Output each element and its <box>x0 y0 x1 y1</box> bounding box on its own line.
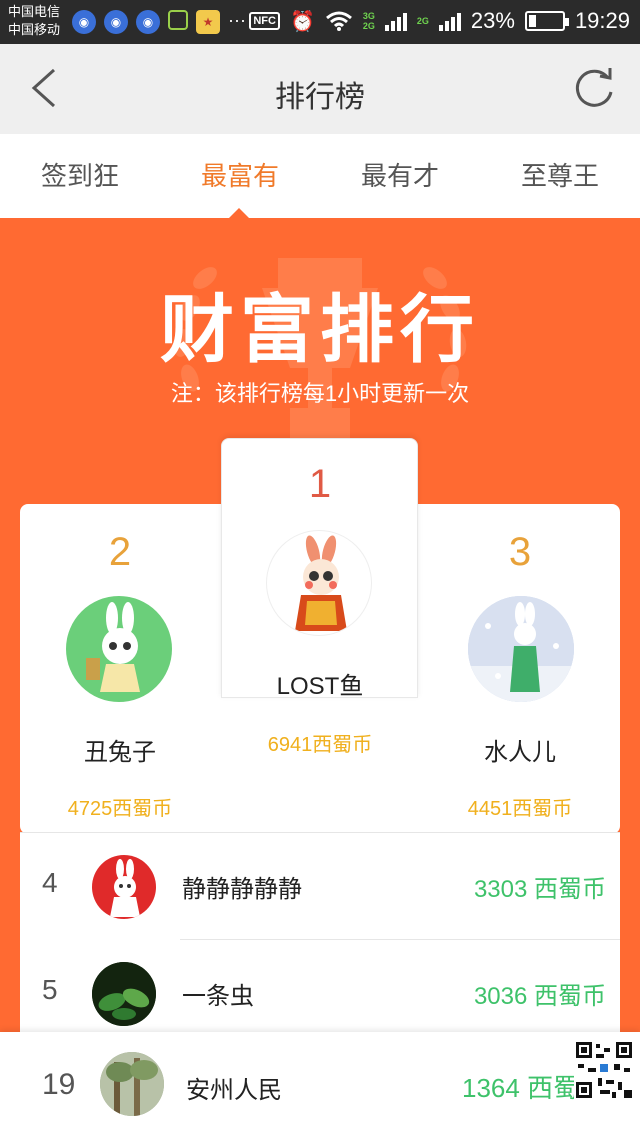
network-type-label-2: 2G <box>416 16 429 26</box>
list-item[interactable]: 5 一条虫 3036 西蜀币 <box>20 940 620 1046</box>
clock: 19:29 <box>574 8 630 33</box>
my-avatar[interactable] <box>100 1052 164 1116</box>
rank-1-name[interactable]: LOST鱼 <box>240 666 400 701</box>
rank-1-coins: 6941西蜀币 <box>267 734 373 756</box>
avatar-rank-1[interactable] <box>266 530 372 636</box>
rank-2-coins: 4725西蜀币 <box>67 798 173 820</box>
wifi-hotspot-icon: ◉ <box>136 10 160 34</box>
rank-3-name[interactable]: 水人儿 <box>450 732 590 767</box>
nfc-icon: NFC <box>249 12 280 30</box>
rank-2-number: 2 <box>108 530 132 574</box>
avatar[interactable] <box>92 962 156 1026</box>
my-name: 安州人民 <box>186 1077 282 1104</box>
alarm-icon: ⏰ <box>289 10 315 33</box>
tab-bar: 签到狂 最富有 最有才 至尊王 <box>0 134 640 218</box>
system-status: NFC ⏰ 3G 2G 2G 23% 19:29 <box>249 8 630 34</box>
my-rank-number: 19 <box>42 1068 76 1101</box>
wifi-hotspot-icon: ◉ <box>72 10 96 34</box>
tab-richest[interactable]: 最富有 <box>160 134 320 218</box>
notification-icons: ◉ ◉ ◉ ★ ··· <box>72 10 246 34</box>
network-type-label: 3G 2G <box>362 11 375 31</box>
wifi-hotspot-icon: ◉ <box>104 10 128 34</box>
rabbit-avatar-icon <box>295 535 347 631</box>
app-notification-icon: ★ <box>196 10 220 34</box>
avatar-rank-2[interactable] <box>66 596 172 702</box>
battery-percent: 23% <box>470 8 515 33</box>
wifi-icon <box>325 11 352 31</box>
rank-number: 5 <box>42 974 58 1005</box>
rank-2-name[interactable]: 丑兔子 <box>50 732 190 767</box>
page-title: 排行榜 <box>275 81 365 114</box>
user-name: 静静静静静 <box>182 876 302 903</box>
more-notifications-icon: ··· <box>228 10 246 30</box>
carrier-2: 中国移动 <box>8 22 61 37</box>
carrier-labels: 中国电信 中国移动 <box>8 3 60 39</box>
tab-supreme-king[interactable]: 至尊王 <box>480 134 640 218</box>
signal-icon-2 <box>438 11 461 31</box>
banner-title: 财富排行 <box>160 288 480 371</box>
rank-1-number: 1 <box>308 462 332 506</box>
avatar[interactable] <box>92 855 156 919</box>
coin-count: 3303 西蜀币 <box>473 876 606 903</box>
leaf-avatar-icon <box>92 962 156 1026</box>
coin-count: 3036 西蜀币 <box>473 983 606 1010</box>
tab-most-talented[interactable]: 最有才 <box>320 134 480 218</box>
signal-icon <box>384 11 407 31</box>
ranking-list: 4 静静静静静 3303 西蜀币 5 一条虫 3036 西蜀币 <box>20 832 620 1032</box>
title-bar: 排行榜 <box>0 44 640 134</box>
rank-3-number: 3 <box>508 530 532 574</box>
carrier-1: 中国电信 <box>8 4 61 19</box>
refresh-icon[interactable] <box>570 64 618 112</box>
rabbit-avatar-icon <box>86 602 140 692</box>
rabbit-avatar-icon <box>110 859 140 917</box>
rank-3-coins: 4451西蜀币 <box>467 798 573 820</box>
list-item[interactable]: 4 静静静静静 3303 西蜀币 <box>20 833 620 940</box>
update-note: 注：该排行榜每1小时更新一次 <box>170 381 470 406</box>
my-rank-bar[interactable]: 19 安州人民 1364 西蜀币 <box>0 1032 640 1138</box>
lock-icon <box>168 10 188 30</box>
battery-icon <box>524 11 569 31</box>
snow-avatar-icon <box>468 596 574 702</box>
tree-avatar-icon <box>100 1052 164 1116</box>
active-tab-indicator <box>229 208 249 218</box>
avatar-rank-3[interactable] <box>468 596 574 702</box>
status-bar: 中国电信 中国移动 ◉ ◉ ◉ ★ ··· NFC ⏰ 3G 2G 2G 23%… <box>0 0 640 44</box>
tab-sign-in[interactable]: 签到狂 <box>0 134 160 218</box>
qr-code-icon <box>574 1040 634 1100</box>
rank-number: 4 <box>42 867 58 898</box>
user-name: 一条虫 <box>182 983 254 1010</box>
